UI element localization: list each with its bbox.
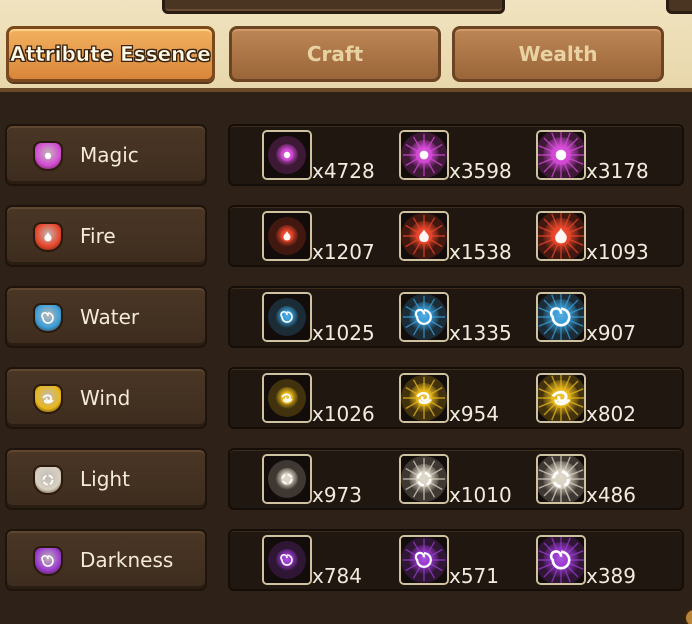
magic-attribute-icon — [33, 141, 63, 171]
essence-count: x1207 — [312, 240, 375, 264]
essence-panel-magic: x4728 x3598 x3178 — [228, 124, 684, 186]
essence-count: x1025 — [312, 321, 375, 345]
magic-essence-high-icon — [536, 130, 586, 180]
water-essence-mid-icon — [399, 292, 449, 342]
darkness-attribute-icon — [33, 546, 63, 576]
essence-panel-fire: x1207 x1538 x1093 — [228, 205, 684, 267]
tab-bar-area: Attribute Essence Craft Wealth — [0, 0, 692, 92]
essence-count: x1538 — [449, 240, 512, 264]
essence-count: x3598 — [449, 159, 512, 183]
title-banner-fragment — [162, 0, 505, 14]
attribute-label: Fire — [80, 224, 116, 248]
essence-count: x1093 — [586, 240, 649, 264]
essence-row-wind: Wind x1026 x954 x802 — [0, 367, 692, 429]
attribute-button-light[interactable]: Light — [5, 448, 207, 510]
attribute-label: Darkness — [80, 548, 174, 572]
wind-essence-low-icon — [262, 373, 312, 423]
magic-essence-low-icon — [262, 130, 312, 180]
light-essence-high-icon — [536, 454, 586, 504]
essence-row-magic: Magic x4728 x3598 x3178 — [0, 124, 692, 186]
essence-count: x1335 — [449, 321, 512, 345]
light-attribute-icon — [33, 465, 63, 495]
essence-panel-water: x1025 x1335 x907 — [228, 286, 684, 348]
essence-count: x389 — [586, 564, 637, 588]
corner-ornament-icon — [684, 608, 692, 624]
essence-count: x954 — [449, 402, 500, 426]
essence-count: x571 — [449, 564, 500, 588]
tab-attribute-essence[interactable]: Attribute Essence — [6, 26, 215, 82]
tab-wealth[interactable]: Wealth — [452, 26, 664, 82]
attribute-button-fire[interactable]: Fire — [5, 205, 207, 267]
corner-button-fragment[interactable] — [666, 0, 692, 14]
essence-count: x1026 — [312, 402, 375, 426]
tab-craft[interactable]: Craft — [229, 26, 441, 82]
attribute-button-magic[interactable]: Magic — [5, 124, 207, 186]
wind-attribute-icon — [33, 384, 63, 414]
fire-essence-low-icon — [262, 211, 312, 261]
essence-count: x486 — [586, 483, 637, 507]
water-essence-high-icon — [536, 292, 586, 342]
essence-panel-wind: x1026 x954 x802 — [228, 367, 684, 429]
attribute-button-darkness[interactable]: Darkness — [5, 529, 207, 591]
essence-count: x802 — [586, 402, 637, 426]
magic-essence-mid-icon — [399, 130, 449, 180]
essence-count: x907 — [586, 321, 637, 345]
essence-count: x973 — [312, 483, 363, 507]
water-attribute-icon — [33, 303, 63, 333]
attribute-label: Magic — [80, 143, 139, 167]
attribute-button-water[interactable]: Water — [5, 286, 207, 348]
darkness-essence-low-icon — [262, 535, 312, 585]
attribute-label: Wind — [80, 386, 131, 410]
attribute-label: Light — [80, 467, 130, 491]
darkness-essence-high-icon — [536, 535, 586, 585]
essence-row-fire: Fire x1207 x1538 x1093 — [0, 205, 692, 267]
essence-count: x784 — [312, 564, 363, 588]
attribute-button-wind[interactable]: Wind — [5, 367, 207, 429]
wind-essence-high-icon — [536, 373, 586, 423]
essence-count: x4728 — [312, 159, 375, 183]
wind-essence-mid-icon — [399, 373, 449, 423]
fire-essence-high-icon — [536, 211, 586, 261]
attribute-label: Water — [80, 305, 140, 329]
light-essence-mid-icon — [399, 454, 449, 504]
essence-count: x3178 — [586, 159, 649, 183]
light-essence-low-icon — [262, 454, 312, 504]
fire-essence-mid-icon — [399, 211, 449, 261]
fire-attribute-icon — [33, 222, 63, 252]
essence-row-darkness: Darkness x784 x571 x389 — [0, 529, 692, 591]
essence-panel-darkness: x784 x571 x389 — [228, 529, 684, 591]
water-essence-low-icon — [262, 292, 312, 342]
essence-row-light: Light x973 x1010 x486 — [0, 448, 692, 510]
essence-panel-light: x973 x1010 x486 — [228, 448, 684, 510]
darkness-essence-mid-icon — [399, 535, 449, 585]
essence-row-water: Water x1025 x1335 x907 — [0, 286, 692, 348]
essence-count: x1010 — [449, 483, 512, 507]
